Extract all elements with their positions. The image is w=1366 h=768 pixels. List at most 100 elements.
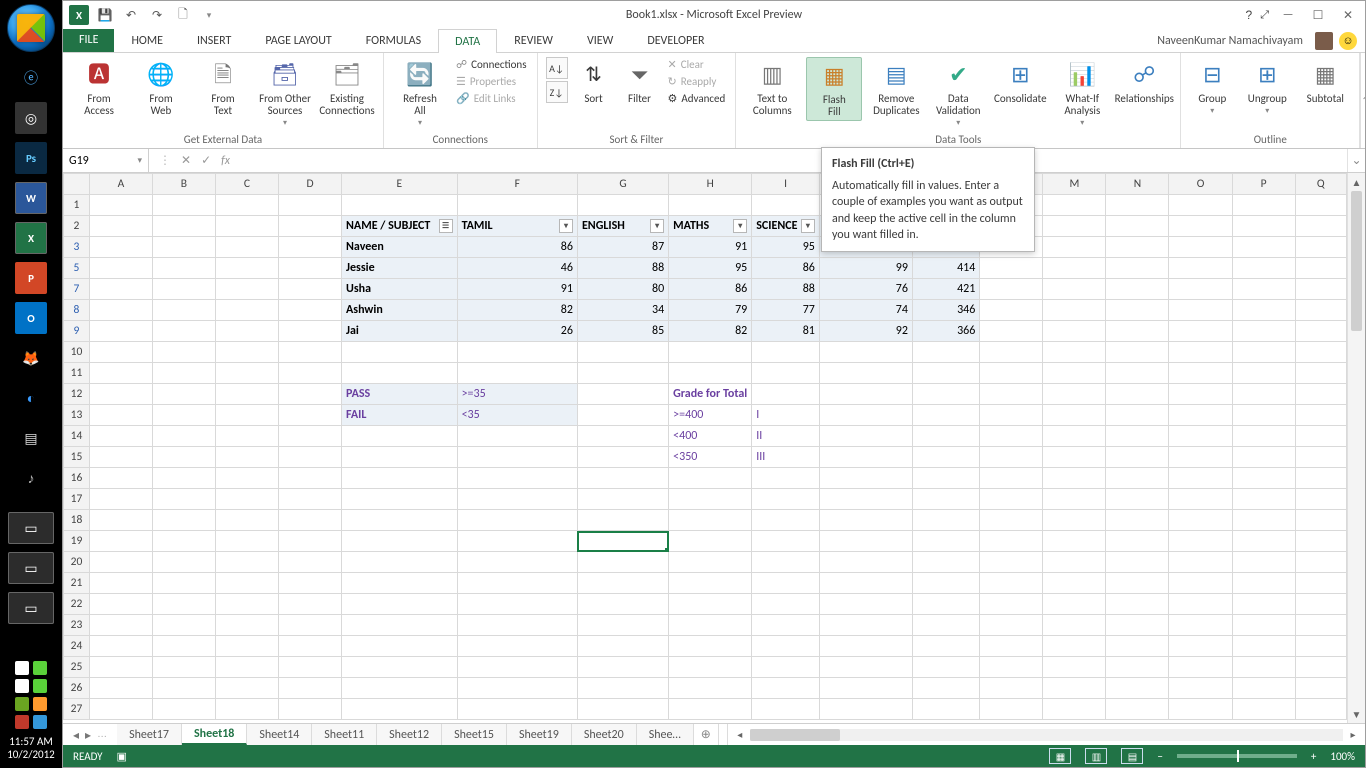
row-header-5[interactable]: 5 [64,258,90,279]
cell-A27[interactable] [89,699,152,720]
hscroll-thumb[interactable] [750,729,840,741]
cell-A7[interactable] [89,279,152,300]
cell-B14[interactable] [152,426,215,447]
qat-redo-icon[interactable]: ↷ [147,5,167,25]
cell-O27[interactable] [1169,699,1232,720]
cell-G3[interactable]: 87 [577,237,668,258]
cell-A14[interactable] [89,426,152,447]
advanced-filter-button[interactable]: ⚙Advanced [666,91,728,106]
row-header-9[interactable]: 9 [64,321,90,342]
filter-dropdown-icon[interactable]: ▾ [559,219,573,233]
cell-F25[interactable] [457,657,577,678]
cell-K10[interactable] [912,342,979,363]
sort-asc-button[interactable]: A↓ [546,57,568,79]
cell-Q26[interactable] [1295,678,1346,699]
macro-record-icon[interactable]: ▣ [117,750,127,763]
cell-L23[interactable] [980,615,1043,636]
cell-E21[interactable] [342,573,458,594]
flash-fill-button[interactable]: ▦Flash Fill [806,57,862,121]
cell-N11[interactable] [1106,363,1169,384]
cell-I22[interactable] [752,594,820,615]
group-button[interactable]: ⊟Group▾ [1189,57,1235,118]
cell-O15[interactable] [1169,447,1232,468]
cell-J5[interactable]: 99 [819,258,912,279]
tab-developer[interactable]: DEVELOPER [630,28,721,52]
qat-customize-icon[interactable]: ▾ [199,5,219,25]
cell-I8[interactable]: 77 [752,300,820,321]
cell-A19[interactable] [89,531,152,552]
cell-G2[interactable]: ENGLISH▾ [577,216,668,237]
cell-B26[interactable] [152,678,215,699]
cell-I17[interactable] [752,489,820,510]
cell-Q24[interactable] [1295,636,1346,657]
cell-H5[interactable]: 95 [669,258,752,279]
row-header-8[interactable]: 8 [64,300,90,321]
cell-I16[interactable] [752,468,820,489]
cell-C11[interactable] [215,363,278,384]
cell-C13[interactable] [215,405,278,426]
cell-O24[interactable] [1169,636,1232,657]
cell-P21[interactable] [1232,573,1295,594]
cell-A24[interactable] [89,636,152,657]
system-tray[interactable] [8,661,54,729]
cell-C15[interactable] [215,447,278,468]
cell-G14[interactable] [577,426,668,447]
cell-B15[interactable] [152,447,215,468]
row-header-3[interactable]: 3 [64,237,90,258]
cell-L12[interactable] [980,384,1043,405]
cell-N7[interactable] [1106,279,1169,300]
cell-I23[interactable] [752,615,820,636]
cell-P16[interactable] [1232,468,1295,489]
cell-A18[interactable] [89,510,152,531]
maximize-button[interactable]: ☐ [1307,6,1329,24]
fx-insert-function-icon[interactable]: fx [221,154,230,168]
tab-insert[interactable]: INSERT [180,28,248,52]
cell-K27[interactable] [912,699,979,720]
new-sheet-button[interactable]: ⊕ [694,724,718,745]
row-header-10[interactable]: 10 [64,342,90,363]
cell-C12[interactable] [215,384,278,405]
cell-P23[interactable] [1232,615,1295,636]
cell-D24[interactable] [278,636,341,657]
cell-C21[interactable] [215,573,278,594]
cell-Q27[interactable] [1295,699,1346,720]
cell-H1[interactable] [669,195,752,216]
cell-K19[interactable] [912,531,979,552]
zoom-level[interactable]: 100% [1330,750,1355,763]
cell-M13[interactable] [1043,405,1106,426]
cell-B16[interactable] [152,468,215,489]
cell-F3[interactable]: 86 [457,237,577,258]
tab-formulas[interactable]: FORMULAS [349,28,438,52]
tab-pagelayout[interactable]: PAGE LAYOUT [248,28,348,52]
cell-H26[interactable] [669,678,752,699]
cell-B7[interactable] [152,279,215,300]
cell-J11[interactable] [819,363,912,384]
cell-H22[interactable] [669,594,752,615]
cell-E24[interactable] [342,636,458,657]
view-pagelayout-button[interactable]: ▥ [1085,748,1107,764]
cell-F9[interactable]: 26 [457,321,577,342]
row-header-1[interactable]: 1 [64,195,90,216]
cell-H2[interactable]: MATHS▾ [669,216,752,237]
cell-G17[interactable] [577,489,668,510]
tab-review[interactable]: REVIEW [497,28,570,52]
cell-I14[interactable]: II [752,426,820,447]
cell-F18[interactable] [457,510,577,531]
cell-B24[interactable] [152,636,215,657]
cell-H17[interactable] [669,489,752,510]
refresh-all-button[interactable]: 🔄Refresh All▾ [392,57,448,130]
column-header-M[interactable]: M [1043,174,1106,195]
column-header-I[interactable]: I [752,174,820,195]
taskbar-running-3[interactable]: ▭ [8,592,54,624]
cell-A25[interactable] [89,657,152,678]
cell-O17[interactable] [1169,489,1232,510]
cell-M11[interactable] [1043,363,1106,384]
cell-G13[interactable] [577,405,668,426]
fx-enter-icon[interactable]: ✓ [201,153,211,168]
cell-E3[interactable]: Naveen [342,237,458,258]
cell-Q16[interactable] [1295,468,1346,489]
cell-G15[interactable] [577,447,668,468]
scroll-down-icon[interactable]: ▼ [1348,705,1365,723]
cell-I24[interactable] [752,636,820,657]
cell-H14[interactable]: <400 [669,426,752,447]
